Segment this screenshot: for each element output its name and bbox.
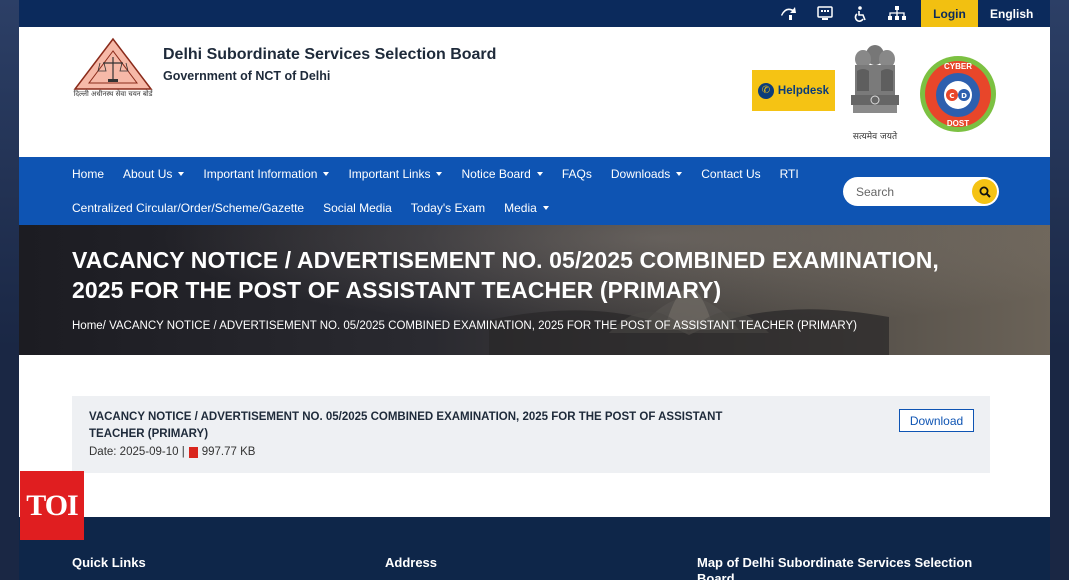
nav-label: Media — [504, 201, 537, 215]
nav-item-downloads[interactable]: Downloads — [610, 167, 683, 181]
top-utility-bar: Login English — [19, 0, 1050, 27]
svg-text:C: C — [949, 92, 954, 100]
main-navigation: Home About Us Important Information Impo… — [19, 157, 1050, 225]
toi-watermark-logo: TOI — [20, 471, 84, 540]
page: Login English दिल्ली अधीनस्थ सेवा चयन बो… — [19, 0, 1050, 580]
notice-meta: Date: 2025-09-10 | 997.77 KB — [89, 446, 255, 458]
nav-label: Home — [72, 167, 105, 181]
nav-label: RTI — [779, 167, 799, 181]
nav-label: Today's Exam — [410, 201, 486, 215]
caret-down-icon — [178, 172, 185, 176]
breadcrumb-home-link[interactable]: Home/ — [72, 320, 106, 332]
nav-label: Centralized Circular/Order/Scheme/Gazett… — [72, 201, 305, 215]
site-header: दिल्ली अधीनस्थ सेवा चयन बोर्ड Delhi Subo… — [19, 27, 1050, 157]
nav-item-faqs[interactable]: FAQs — [562, 167, 592, 181]
nav-item-contact-us[interactable]: Contact Us — [701, 167, 760, 181]
search-input[interactable] — [843, 184, 967, 199]
nav-row-primary: Home About Us Important Information Impo… — [72, 167, 818, 181]
logo-caption: दिल्ली अधीनस्थ सेवा चयन बोर्ड — [73, 90, 153, 98]
phone-icon: ✆ — [757, 82, 774, 99]
helpdesk-label: Helpdesk — [777, 84, 830, 97]
nav-item-notice-board[interactable]: Notice Board — [461, 167, 543, 181]
nav-item-home[interactable]: Home — [72, 167, 104, 181]
caret-down-icon — [542, 206, 549, 210]
nav-label: Downloads — [610, 167, 671, 181]
nav-item-about-us[interactable]: About Us — [123, 167, 185, 181]
cyber-dost-badge[interactable]: C D CYBER DOST — [919, 55, 997, 133]
emblem-caption: सत्यमेव जयते — [852, 132, 898, 142]
footer-map-heading: Map of Delhi Subordinate Services Select… — [697, 555, 973, 580]
sitemap-icon[interactable] — [879, 0, 915, 27]
svg-text:D: D — [961, 92, 967, 100]
helpdesk-button[interactable]: ✆ Helpdesk — [752, 70, 835, 111]
search-icon — [979, 186, 991, 198]
pdf-icon — [188, 446, 198, 458]
nav-label: Contact Us — [701, 167, 761, 181]
language-selector[interactable]: English — [978, 0, 1050, 27]
nav-item-important-information[interactable]: Important Information — [203, 167, 330, 181]
dsssb-logo[interactable]: दिल्ली अधीनस्थ सेवा चयन बोर्ड — [71, 37, 155, 103]
caret-down-icon — [323, 172, 330, 176]
page-hero-banner: VACANCY NOTICE / ADVERTISEMENT NO. 05/20… — [19, 225, 1050, 355]
breadcrumb: Home/ VACANCY NOTICE / ADVERTISEMENT NO.… — [72, 320, 857, 332]
nav-item-important-links[interactable]: Important Links — [348, 167, 443, 181]
nav-label: Social Media — [323, 201, 392, 215]
cyber-badge-top: CYBER — [943, 62, 972, 71]
nav-item-media[interactable]: Media — [504, 201, 549, 215]
main-content: VACANCY NOTICE / ADVERTISEMENT NO. 05/20… — [19, 355, 1050, 517]
caret-down-icon — [436, 172, 443, 176]
nav-item-centralized-circular[interactable]: Centralized Circular/Order/Scheme/Gazett… — [72, 201, 304, 215]
nav-row-secondary: Centralized Circular/Order/Scheme/Gazett… — [72, 201, 568, 215]
page-title: VACANCY NOTICE / ADVERTISEMENT NO. 05/20… — [72, 247, 939, 303]
search-button[interactable] — [972, 179, 997, 204]
org-title: Delhi Subordinate Services Selection Boa… — [163, 46, 497, 63]
site-footer: Quick Links Address Map of Delhi Subordi… — [19, 517, 1050, 580]
nav-label: About Us — [123, 167, 173, 181]
login-button[interactable]: Login — [921, 0, 978, 27]
nav-item-todays-exam[interactable]: Today's Exam — [411, 201, 485, 215]
national-emblem — [843, 41, 907, 141]
cyber-badge-bottom: DOST — [946, 119, 970, 128]
backdrop-right — [1050, 0, 1069, 580]
breadcrumb-current: VACANCY NOTICE / ADVERTISEMENT NO. 05/20… — [105, 320, 857, 332]
nav-label: Important Links — [348, 167, 431, 181]
org-subtitle: Government of NCT of Delhi — [163, 69, 331, 83]
nav-label: Important Information — [203, 167, 318, 181]
notice-file-size: 997.77 KB — [201, 446, 256, 458]
accessibility-icon[interactable] — [843, 0, 879, 27]
search-box — [843, 177, 999, 206]
nav-label: Notice Board — [461, 167, 531, 181]
chevron-down-icon — [1037, 13, 1038, 14]
language-label: English — [990, 6, 1034, 21]
screen-reader-icon[interactable] — [771, 0, 807, 27]
notice-title: VACANCY NOTICE / ADVERTISEMENT NO. 05/20… — [89, 411, 723, 440]
nav-item-social-media[interactable]: Social Media — [323, 201, 392, 215]
caret-down-icon — [676, 172, 683, 176]
footer-quick-links-heading: Quick Links — [72, 555, 146, 570]
backdrop-left — [0, 0, 19, 580]
nav-label: FAQs — [561, 167, 592, 181]
notice-date: Date: 2025-09-10 | — [89, 446, 185, 458]
notice-card: VACANCY NOTICE / ADVERTISEMENT NO. 05/20… — [72, 396, 990, 473]
footer-address-heading: Address — [385, 555, 438, 570]
caret-down-icon — [536, 172, 543, 176]
download-button[interactable]: Download — [899, 409, 974, 432]
keyboard-icon[interactable] — [807, 0, 843, 27]
nav-item-rti[interactable]: RTI — [780, 167, 799, 181]
